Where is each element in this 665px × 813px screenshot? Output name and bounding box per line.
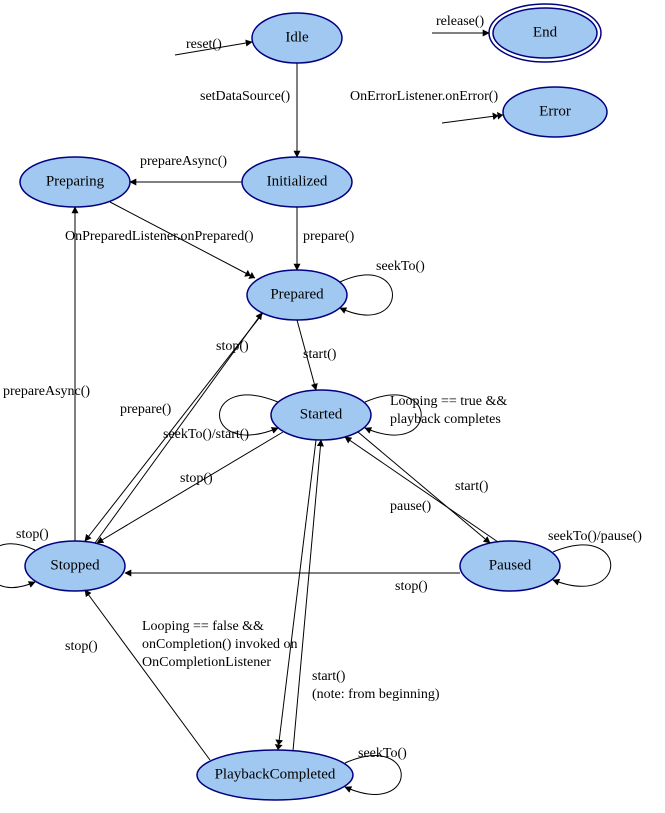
edge-completed-stop — [85, 590, 210, 760]
label-prepared-seekto: seekTo() — [376, 259, 425, 274]
state-initialized-label: Initialized — [267, 173, 328, 189]
state-idle-label: Idle — [285, 29, 309, 45]
edge-started-stop — [97, 432, 283, 543]
edge-paused-seekto — [553, 545, 611, 586]
label-stopped-prepare: prepare() — [120, 402, 172, 417]
label-started-seekto-start: seekTo()/start() — [163, 427, 249, 442]
state-preparing-label: Preparing — [46, 173, 105, 189]
label-paused-start: start() — [455, 479, 489, 494]
label-started-stop: stop() — [180, 471, 213, 486]
label-reset: reset() — [186, 37, 222, 52]
state-stopped-label: Stopped — [50, 557, 100, 573]
state-started-label: Started — [300, 406, 343, 422]
label-start-note-2: (note: from beginning) — [312, 687, 440, 702]
label-start-note-1: start() — [312, 669, 346, 684]
label-onerror: OnErrorListener.onError() — [350, 89, 498, 104]
label-completed-stop: stop() — [65, 639, 98, 654]
label-looping-false-1: Looping == false && — [142, 619, 264, 634]
state-error-label: Error — [539, 103, 571, 119]
label-looping-false-2: onCompletion() invoked on — [142, 637, 298, 652]
label-paused-seekto: seekTo()/pause() — [548, 529, 642, 544]
edge-prepared-seekto — [340, 275, 393, 315]
label-looping-false-3: OnCompletionListener — [142, 655, 271, 670]
state-playback-completed-label: PlaybackCompleted — [215, 766, 336, 782]
label-looping-true-2: playback completes — [390, 412, 501, 427]
label-completed-seekto: seekTo() — [358, 746, 407, 761]
label-started-pause: pause() — [390, 499, 432, 514]
label-prepareasync: prepareAsync() — [140, 154, 227, 169]
label-stopped-prepareasync: prepareAsync() — [3, 384, 90, 399]
label-onprepared: OnPreparedListener.onPrepared() — [65, 229, 254, 244]
label-prepare: prepare() — [303, 229, 355, 244]
state-prepared-label: Prepared — [270, 286, 324, 302]
label-release: release() — [436, 14, 485, 29]
label-setdatasource: setDataSource() — [200, 89, 291, 104]
state-end-label: End — [533, 24, 558, 40]
label-stopped-stop: stop() — [16, 527, 49, 542]
state-diagram: Idle End Error Initialized Preparing Pre… — [0, 0, 665, 813]
label-prepared-stop: stop() — [216, 339, 249, 354]
edge-onerror — [442, 115, 503, 123]
label-paused-stop: stop() — [395, 579, 428, 594]
state-paused-label: Paused — [489, 557, 532, 573]
label-prepared-start: start() — [303, 347, 337, 362]
label-looping-true-1: Looping == true && — [390, 394, 507, 409]
